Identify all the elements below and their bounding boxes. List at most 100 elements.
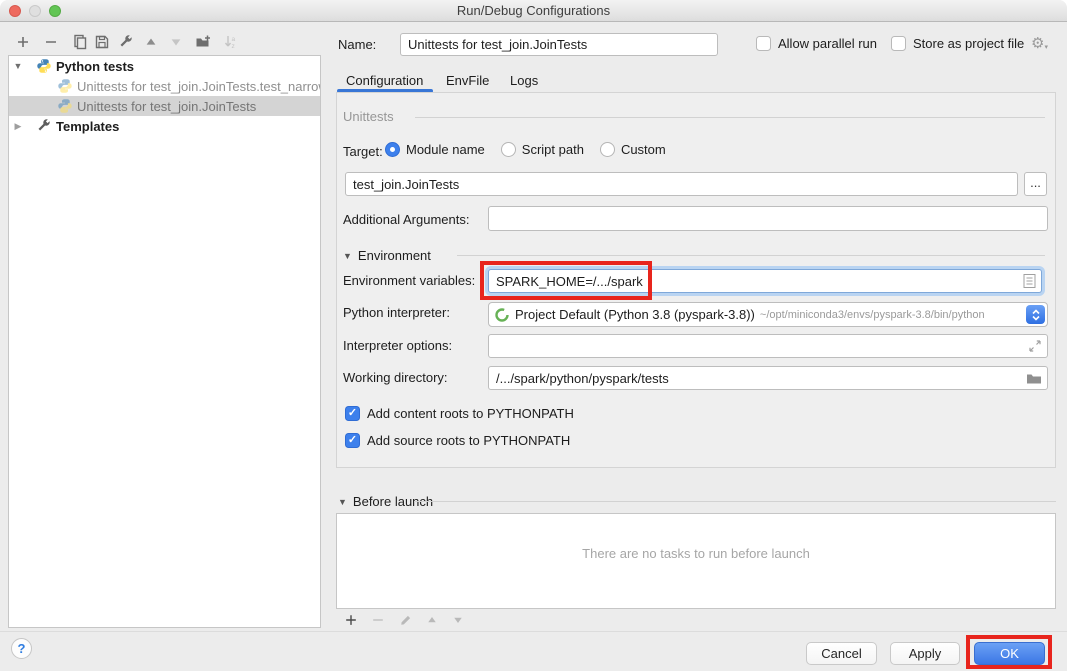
- name-value: Unittests for test_join.JoinTests: [408, 37, 587, 52]
- section-separator: [457, 255, 1045, 256]
- remove-task-button[interactable]: [367, 611, 389, 629]
- working-directory-label: Working directory:: [343, 370, 448, 385]
- cancel-button[interactable]: Cancel: [806, 642, 877, 665]
- target-label: Target:: [343, 144, 383, 159]
- edit-task-button[interactable]: [395, 611, 417, 629]
- close-window-button[interactable]: [9, 5, 21, 17]
- environment-variables-value: SPARK_HOME=/.../spark: [496, 274, 643, 289]
- window-title: Run/Debug Configurations: [0, 0, 1067, 22]
- wrench-icon: [36, 118, 52, 134]
- combo-stepper-button[interactable]: [1026, 305, 1045, 324]
- checkbox-icon: [891, 36, 906, 51]
- apply-button[interactable]: Apply: [890, 642, 960, 665]
- radio-custom[interactable]: Custom: [600, 142, 666, 157]
- python-interpreter-select[interactable]: Project Default (Python 3.8 (pyspark-3.8…: [488, 302, 1048, 327]
- help-button[interactable]: ?: [11, 638, 32, 659]
- copy-configuration-button[interactable]: [69, 32, 91, 52]
- title-bar: Run/Debug Configurations: [0, 0, 1067, 22]
- move-up-button[interactable]: [140, 32, 162, 52]
- add-content-roots-checkbox[interactable]: Add content roots to PYTHONPATH: [345, 406, 574, 421]
- python-interpreter-value: Project Default (Python 3.8 (pyspark-3.8…: [515, 307, 755, 322]
- chevron-down-icon: ▼: [338, 497, 347, 507]
- browse-directory-button[interactable]: [1026, 371, 1042, 385]
- sort-az-icon: az: [223, 34, 239, 50]
- tree-item-label: Python tests: [56, 59, 134, 74]
- target-input[interactable]: test_join.JoinTests: [345, 172, 1018, 196]
- tree-item-label: Unittests for test_join.JoinTests.test_n…: [77, 79, 320, 94]
- edit-templates-button[interactable]: [115, 32, 137, 52]
- python-icon: [36, 58, 52, 74]
- add-source-roots-checkbox[interactable]: Add source roots to PYTHONPATH: [345, 433, 570, 448]
- remove-configuration-button[interactable]: [40, 32, 62, 52]
- interpreter-options-input[interactable]: [488, 334, 1048, 358]
- radio-custom-label: Custom: [621, 142, 666, 157]
- environment-section-header[interactable]: ▼ Environment: [343, 248, 431, 263]
- gear-icon: ⚙: [1031, 35, 1044, 52]
- tab-envfile[interactable]: EnvFile: [446, 71, 489, 91]
- tree-item-label: Unittests for test_join.JoinTests: [77, 99, 256, 114]
- sort-configurations-button[interactable]: az: [220, 32, 242, 52]
- move-down-button[interactable]: [165, 32, 187, 52]
- working-directory-value: /.../spark/python/pyspark/tests: [496, 371, 669, 386]
- ok-button[interactable]: OK: [974, 642, 1045, 665]
- radio-script-path-label: Script path: [522, 142, 584, 157]
- working-directory-input[interactable]: /.../spark/python/pyspark/tests: [488, 366, 1048, 390]
- conda-environment-icon: [494, 307, 510, 323]
- plus-icon: [15, 34, 31, 50]
- wrench-icon: [118, 34, 134, 50]
- store-as-project-file-label: Store as project file: [913, 36, 1024, 51]
- arrow-up-icon: [144, 35, 158, 49]
- chevron-down-icon: ▼: [12, 61, 24, 71]
- caret-down-icon: ▾: [1044, 44, 1048, 51]
- minimize-window-button[interactable]: [29, 5, 41, 17]
- radio-icon: [501, 142, 516, 157]
- minus-icon: [43, 34, 59, 50]
- arrow-down-icon: [169, 35, 183, 49]
- add-configuration-button[interactable]: [12, 32, 34, 52]
- radio-module-name[interactable]: Module name: [385, 142, 485, 157]
- tree-item-unittests-jointests-selected[interactable]: Unittests for test_join.JoinTests: [9, 96, 320, 116]
- name-label: Name:: [338, 37, 376, 52]
- store-as-project-file-checkbox[interactable]: Store as project file: [891, 36, 1024, 51]
- add-task-button[interactable]: [340, 611, 362, 629]
- folder-icon: [1026, 371, 1042, 385]
- python-interpreter-path: ~/opt/miniconda3/envs/pyspark-3.8/bin/py…: [760, 309, 985, 321]
- variables-list-icon: [1023, 274, 1036, 289]
- name-input[interactable]: Unittests for test_join.JoinTests: [400, 33, 718, 56]
- tree-item-python-tests[interactable]: ▼ Python tests: [9, 56, 320, 76]
- environment-variables-label: Environment variables:: [343, 273, 475, 288]
- up-down-chevrons-icon: [1030, 308, 1042, 322]
- configuration-panel: Unittests Target: Module name Script pat…: [336, 92, 1056, 468]
- store-options-button[interactable]: ⚙▾: [1031, 36, 1048, 51]
- move-task-up-button[interactable]: [421, 611, 443, 629]
- footer-separator: [0, 631, 1067, 632]
- radio-module-name-label: Module name: [406, 142, 485, 157]
- additional-arguments-label: Additional Arguments:: [343, 212, 469, 227]
- browse-variables-button[interactable]: [1023, 274, 1036, 289]
- copy-icon: [72, 34, 88, 50]
- additional-arguments-input[interactable]: [488, 206, 1048, 231]
- python-interpreter-label: Python interpreter:: [343, 305, 450, 320]
- browse-target-button[interactable]: ...: [1024, 172, 1047, 196]
- section-separator: [414, 501, 1056, 502]
- section-separator: [415, 117, 1045, 118]
- tree-item-templates[interactable]: ▶ Templates: [9, 116, 320, 136]
- environment-variables-input[interactable]: SPARK_HOME=/.../spark: [488, 269, 1042, 293]
- tree-item-unittests-test-narrow[interactable]: Unittests for test_join.JoinTests.test_n…: [9, 76, 320, 96]
- before-launch-tasks-list[interactable]: There are no tasks to run before launch: [336, 513, 1056, 609]
- tab-configuration[interactable]: Configuration: [346, 71, 423, 91]
- tab-logs[interactable]: Logs: [510, 71, 538, 91]
- allow-parallel-run-label: Allow parallel run: [778, 36, 877, 51]
- expand-field-button[interactable]: [1028, 339, 1042, 353]
- chevron-right-icon: ▶: [12, 121, 24, 132]
- new-folder-button[interactable]: [192, 32, 214, 52]
- plus-icon: [344, 613, 358, 627]
- add-content-roots-label: Add content roots to PYTHONPATH: [367, 406, 574, 421]
- environment-section-title: Environment: [358, 248, 431, 263]
- radio-selected-icon: [385, 142, 400, 157]
- zoom-window-button[interactable]: [49, 5, 61, 17]
- save-configuration-button[interactable]: [91, 32, 113, 52]
- allow-parallel-run-checkbox[interactable]: Allow parallel run: [756, 36, 877, 51]
- radio-script-path[interactable]: Script path: [501, 142, 584, 157]
- move-task-down-button[interactable]: [447, 611, 469, 629]
